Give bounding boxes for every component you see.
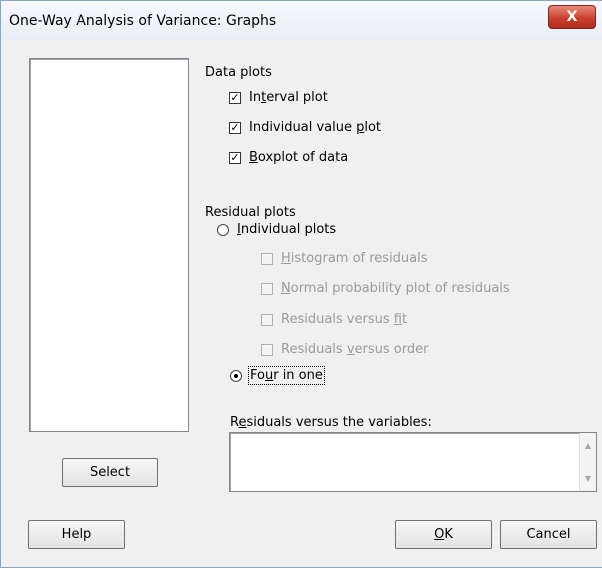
checkbox-box[interactable]: ✓ — [229, 151, 241, 164]
individual-plots-radio[interactable]: Individual plots — [217, 222, 336, 237]
scroll-up-icon[interactable]: ▲ — [580, 441, 596, 450]
residuals-vs-order-checkbox[interactable]: Residuals versus order — [261, 342, 428, 357]
histogram-label: Histogram of residuals — [281, 251, 428, 266]
checkbox-box[interactable] — [261, 313, 273, 326]
four-in-one-radio[interactable]: Four in one — [230, 366, 325, 385]
checkbox-box[interactable] — [261, 252, 273, 265]
boxplot-label: Boxplot of data — [249, 150, 349, 165]
four-in-one-label: Four in one — [248, 366, 325, 385]
individual-value-plot-checkbox[interactable]: ✓ Individual value plot — [229, 120, 381, 135]
residual-plots-label: Residual plots — [205, 205, 296, 220]
residuals-vs-variables-input[interactable]: ▲ ▼ — [229, 432, 597, 492]
normal-probability-checkbox[interactable]: Normal probability plot of residuals — [261, 281, 510, 296]
vertical-scrollbar[interactable]: ▲ ▼ — [579, 433, 596, 491]
individual-value-plot-label: Individual value plot — [249, 120, 382, 135]
checkbox-box[interactable] — [261, 282, 273, 295]
histogram-checkbox[interactable]: Histogram of residuals — [261, 251, 428, 266]
radio-selected-dot — [234, 373, 238, 378]
interval-plot-checkbox[interactable]: ✓ Interval plot — [229, 90, 328, 105]
residuals-vs-fit-label: Residuals versus fit — [281, 312, 408, 327]
title-bar[interactable]: One-Way Analysis of Variance: Graphs X — [1, 1, 602, 41]
data-plots-label: Data plots — [205, 65, 272, 80]
dialog-window: One-Way Analysis of Variance: Graphs X S… — [0, 0, 602, 568]
residuals-vs-variables-label: Residuals versus the variables: — [230, 415, 432, 430]
interval-plot-label: Interval plot — [249, 90, 328, 105]
close-icon: X — [566, 9, 578, 25]
individual-plots-label: Individual plots — [237, 222, 337, 237]
residuals-vs-fit-checkbox[interactable]: Residuals versus fit — [261, 312, 407, 327]
boxplot-checkbox[interactable]: ✓ Boxplot of data — [229, 150, 348, 165]
normal-probability-label: Normal probability plot of residuals — [281, 281, 510, 296]
window-title: One-Way Analysis of Variance: Graphs — [9, 13, 277, 29]
close-button[interactable]: X — [548, 5, 596, 29]
residuals-vs-order-label: Residuals versus order — [281, 342, 429, 357]
checkbox-box[interactable]: ✓ — [229, 121, 241, 134]
variables-list[interactable] — [29, 58, 189, 432]
radio-circle[interactable] — [230, 369, 242, 382]
checkbox-box[interactable]: ✓ — [229, 91, 241, 104]
help-button[interactable]: Help — [28, 520, 125, 549]
cancel-button[interactable]: Cancel — [500, 520, 597, 549]
checkbox-box[interactable] — [261, 343, 273, 356]
ok-button[interactable]: OK — [395, 520, 492, 549]
radio-circle[interactable] — [217, 223, 229, 236]
scroll-down-icon[interactable]: ▼ — [580, 474, 596, 483]
select-button[interactable]: Select — [62, 458, 158, 487]
